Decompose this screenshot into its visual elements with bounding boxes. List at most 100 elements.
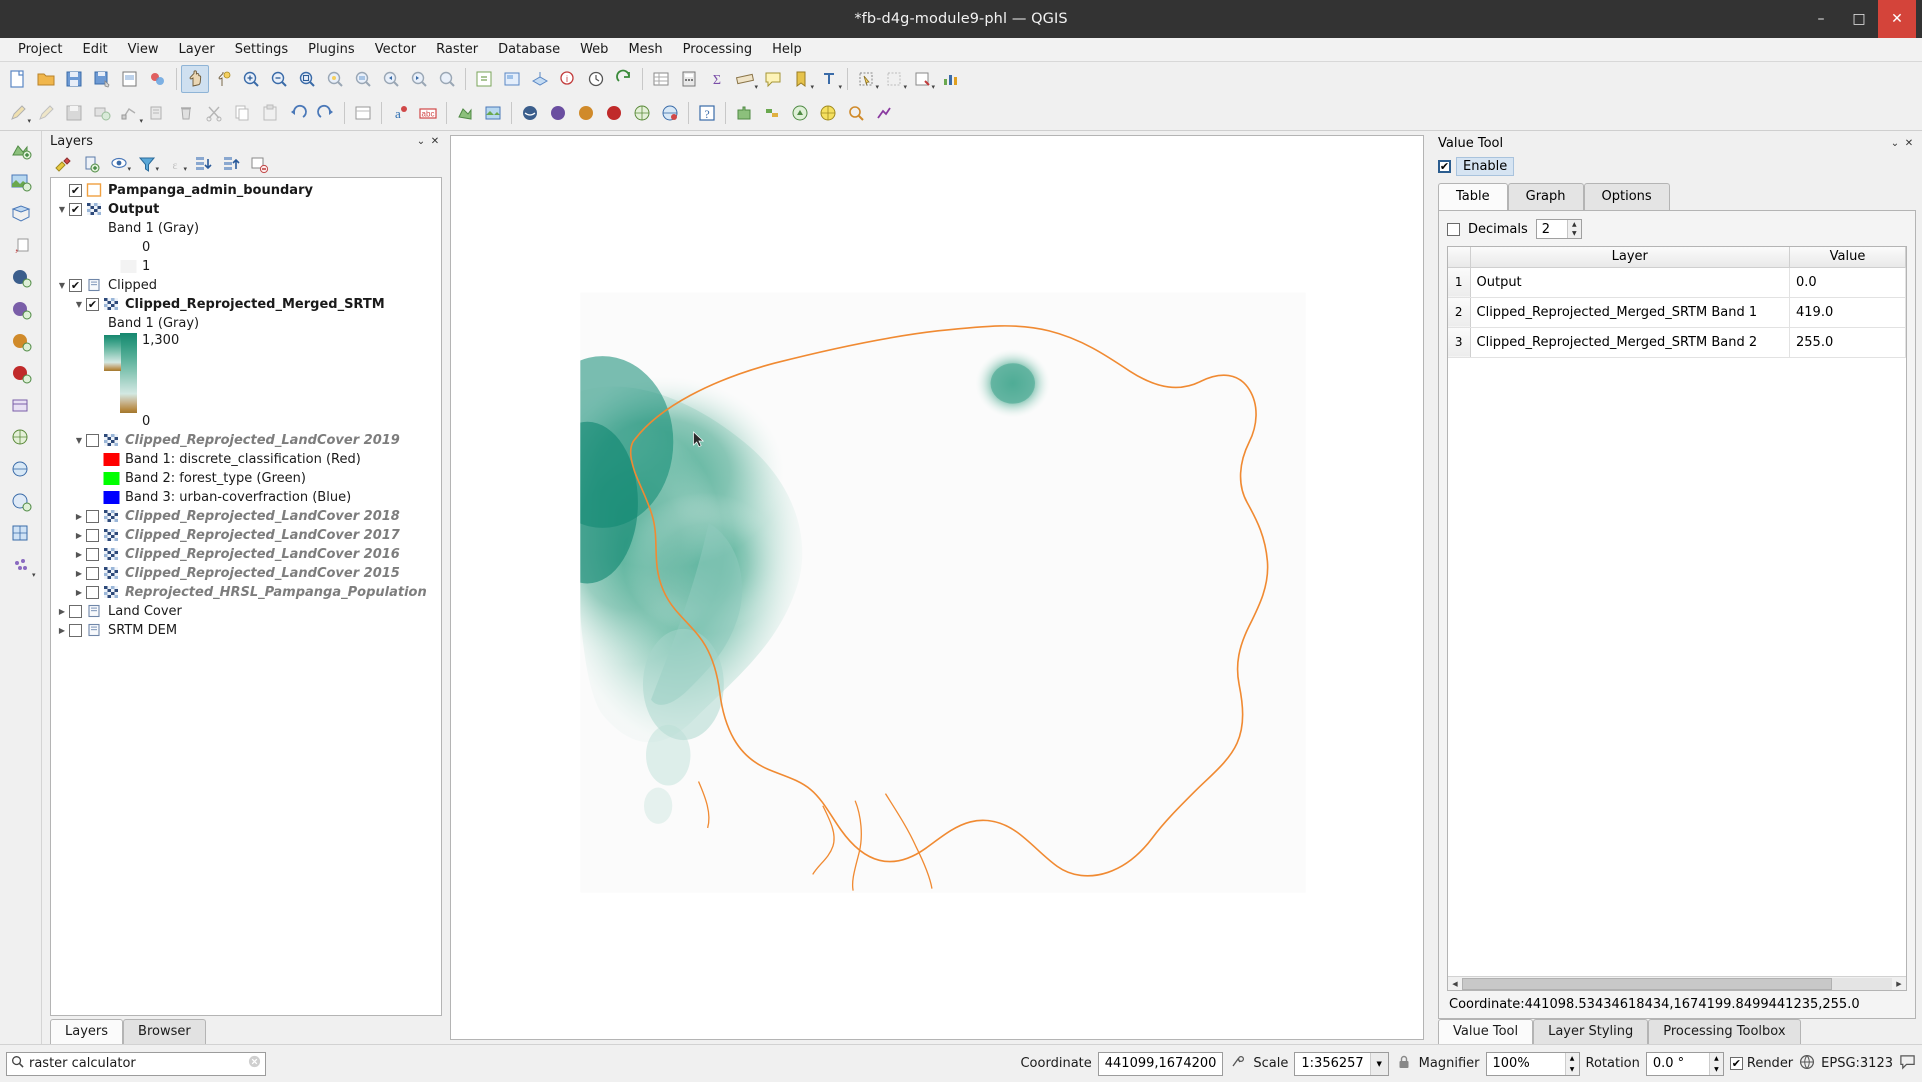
values-table-container[interactable]: Layer Value 1Output0.02Clipped_Reproject… — [1447, 246, 1907, 991]
plugin-manager-button[interactable] — [730, 99, 758, 127]
menu-help[interactable]: Help — [762, 40, 812, 59]
map-canvas[interactable] — [450, 135, 1424, 1040]
layer-visibility-checkbox[interactable] — [86, 529, 99, 542]
zoom-to-selection-button[interactable] — [321, 65, 349, 93]
chevron-down-icon[interactable]: ▾ — [27, 117, 31, 125]
magnifier-stepper[interactable]: 100% ▲▼ — [1486, 1052, 1580, 1076]
add-spatialite-layer-button[interactable] — [544, 99, 572, 127]
zoom-native-button[interactable] — [433, 65, 461, 93]
add-wfs-layer-button[interactable] — [656, 99, 684, 127]
toggle-editing-button[interactable] — [32, 99, 60, 127]
menu-settings[interactable]: Settings — [225, 40, 298, 59]
add-mesh-layer-rail-button[interactable] — [5, 199, 37, 229]
row-layer-name[interactable]: Output — [1470, 267, 1790, 297]
statistical-summary-button[interactable] — [936, 65, 964, 93]
menu-database[interactable]: Database — [488, 40, 570, 59]
manage-layer-visibility-button[interactable]: ▾ — [106, 153, 132, 175]
value-tool-tab-graph[interactable]: Graph — [1508, 183, 1584, 210]
layer-tree-row[interactable]: Band 3: urban-coverfraction (Blue) — [51, 488, 441, 507]
render-checkbox[interactable]: ✔ — [1730, 1057, 1743, 1070]
messages-icon[interactable] — [1899, 1053, 1916, 1074]
close-button[interactable]: ✕ — [1878, 0, 1916, 38]
stepper-up-icon[interactable]: ▲ — [1568, 220, 1581, 229]
twisty-collapsed-icon[interactable]: ▶ — [55, 626, 69, 635]
help-button[interactable]: ? — [693, 99, 721, 127]
layer-tree-row[interactable]: ▼✔Output — [51, 200, 441, 219]
show-statistics-button[interactable]: Σ — [703, 65, 731, 93]
twisty-expanded-icon[interactable]: ▼ — [55, 205, 69, 214]
layers-panel-float-button[interactable]: ⌄ — [414, 134, 428, 148]
layer-tree-row[interactable]: ▶Land Cover — [51, 602, 441, 621]
panel-tab-layers[interactable]: Layers — [50, 1019, 123, 1044]
new-map-view-button[interactable] — [498, 65, 526, 93]
twisty-expanded-icon[interactable]: ▼ — [72, 436, 86, 445]
add-virtual-layer-rail-button[interactable] — [5, 391, 37, 421]
twisty-collapsed-icon[interactable]: ▶ — [72, 550, 86, 559]
layer-visibility-checkbox[interactable]: ✔ — [86, 298, 99, 311]
rotation-stepper-arrows[interactable]: ▲▼ — [1709, 1053, 1723, 1075]
table-row[interactable]: 3Clipped_Reprojected_Merged_SRTM Band 22… — [1448, 327, 1906, 357]
add-raster-layer-button[interactable] — [479, 99, 507, 127]
save-layer-edits-button[interactable] — [60, 99, 88, 127]
menu-web[interactable]: Web — [570, 40, 618, 59]
layer-tree-row[interactable]: ▶Reprojected_HRSL_Pampanga_Population — [51, 583, 441, 602]
twisty-expanded-icon[interactable]: ▼ — [72, 300, 86, 309]
layer-tree-row[interactable]: ▶Clipped_Reprojected_LandCover 2018 — [51, 507, 441, 526]
menu-project[interactable]: Project — [8, 40, 72, 59]
chevron-down-icon[interactable]: ▾ — [155, 165, 159, 173]
hscroll-track[interactable] — [1462, 978, 1892, 990]
refresh-map-button[interactable] — [610, 65, 638, 93]
chevron-down-icon[interactable]: ▾ — [810, 83, 814, 91]
values-table-hscrollbar[interactable]: ◀ ▶ — [1448, 976, 1906, 990]
dock-tab-value-tool[interactable]: Value Tool — [1438, 1019, 1533, 1044]
menu-processing[interactable]: Processing — [673, 40, 762, 59]
layer-tree-row[interactable]: ▶Clipped_Reprojected_LandCover 2017 — [51, 526, 441, 545]
style-manager-button[interactable] — [144, 65, 172, 93]
copy-features-button[interactable] — [228, 99, 256, 127]
value-tool-enable-row[interactable]: ✔ Enable — [1430, 153, 1922, 180]
panel-tab-browser[interactable]: Browser — [123, 1019, 206, 1044]
zoom-to-layer-button[interactable] — [349, 65, 377, 93]
add-spatialite-layer-rail-button[interactable] — [5, 295, 37, 325]
undo-button[interactable] — [284, 99, 312, 127]
layers-tree[interactable]: ✔Pampanga_admin_boundary▼✔OutputBand 1 (… — [50, 177, 442, 1016]
delete-selected-button[interactable] — [172, 99, 200, 127]
layers-panel-close-button[interactable]: ✕ — [428, 134, 442, 148]
add-mssql-layer-rail-button[interactable] — [5, 327, 37, 357]
search-qms-button[interactable] — [842, 99, 870, 127]
chevron-down-icon[interactable]: ▾ — [127, 165, 131, 173]
chevron-down-icon[interactable]: ▾ — [139, 117, 143, 125]
scale-value[interactable]: 1:356257 — [1295, 1053, 1369, 1075]
chevron-down-icon[interactable]: ▾ — [838, 83, 842, 91]
enable-checkbox[interactable]: ✔ — [1438, 160, 1451, 173]
dock-tab-processing-toolbox[interactable]: Processing Toolbox — [1648, 1019, 1800, 1044]
add-oracle-layer-rail-button[interactable] — [5, 359, 37, 389]
map-tips-button[interactable] — [759, 65, 787, 93]
add-delimited-text-layer-rail-button[interactable]: , — [5, 231, 37, 261]
layer-visibility-checkbox[interactable]: ✔ — [69, 203, 82, 216]
stepper-down-icon[interactable]: ▼ — [1566, 1064, 1579, 1075]
row-value[interactable]: 0.0 — [1790, 267, 1906, 297]
add-vector-layer-rail-button[interactable] — [5, 135, 37, 165]
layer-tree-row[interactable]: ▼Clipped_Reprojected_LandCover 2019 — [51, 431, 441, 450]
toggle-extents-icon[interactable] — [1229, 1053, 1247, 1075]
twisty-collapsed-icon[interactable]: ▶ — [72, 569, 86, 578]
twisty-collapsed-icon[interactable]: ▶ — [72, 531, 86, 540]
new-bookmark-button[interactable]: ▾ — [787, 65, 815, 93]
value-tool-tab-table[interactable]: Table — [1438, 183, 1508, 210]
add-mssql-layer-button[interactable] — [572, 99, 600, 127]
menu-edit[interactable]: Edit — [72, 40, 117, 59]
value-tool-tab-options[interactable]: Options — [1584, 183, 1670, 210]
chevron-down-icon[interactable]: ▾ — [875, 83, 879, 91]
lock-icon[interactable] — [1395, 1053, 1413, 1075]
chevron-down-icon[interactable]: ▾ — [931, 83, 935, 91]
new-print-layout-button[interactable] — [116, 65, 144, 93]
value-tool-close-button[interactable]: ✕ — [1902, 136, 1916, 150]
menu-raster[interactable]: Raster — [426, 40, 488, 59]
scroll-right-icon[interactable]: ▶ — [1892, 980, 1906, 988]
row-value[interactable]: 419.0 — [1790, 297, 1906, 327]
layer-tree-row[interactable]: Band 1 (Gray) — [51, 314, 441, 333]
add-feature-button[interactable] — [88, 99, 116, 127]
values-table-value-header[interactable]: Value — [1790, 247, 1906, 267]
locator-input[interactable]: raster calculator — [29, 1056, 243, 1071]
